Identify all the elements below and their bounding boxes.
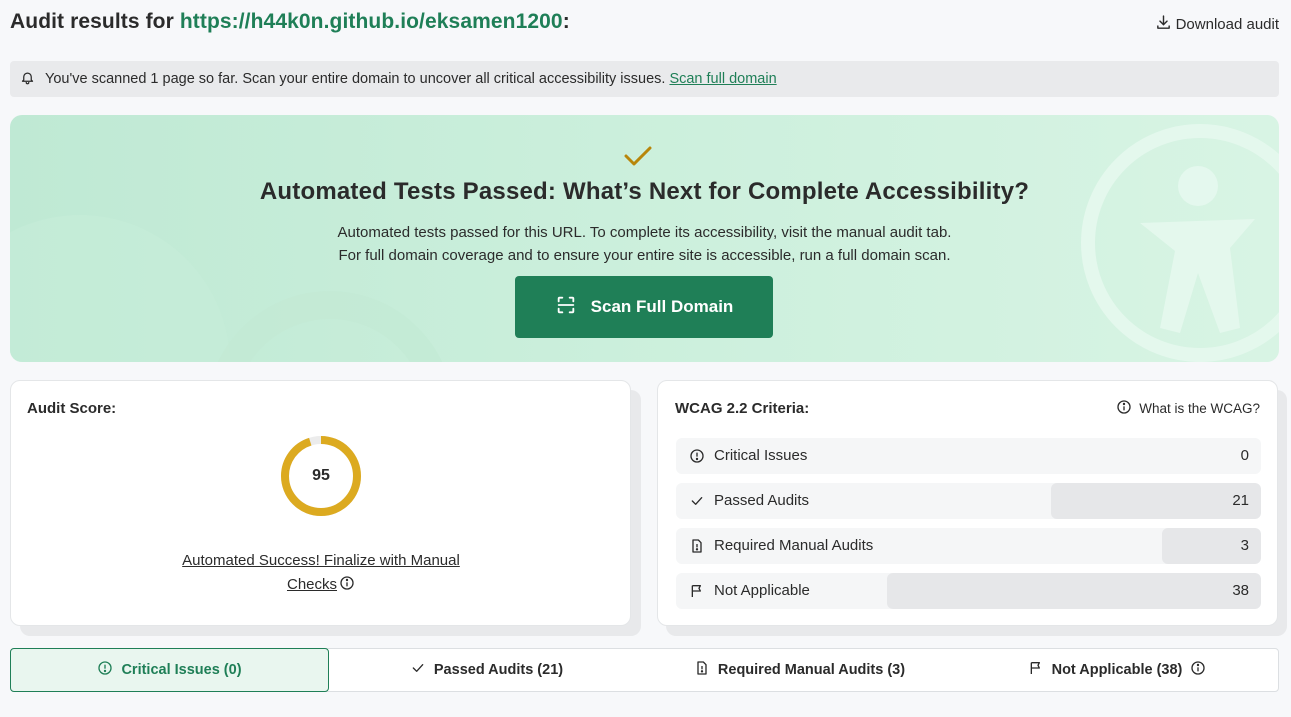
audit-score-card: Audit Score: 95 Automated Success! Final… [10,380,631,626]
info-icon[interactable] [339,575,355,591]
manual-checks-link-line-1: Automated Success! Finalize with Manual [182,552,460,569]
scan-full-domain-label: Scan Full Domain [590,297,734,316]
tab-label: Passed Audits (21) [433,662,564,678]
tab-label: Required Manual Audits (3) [717,662,906,678]
info-icon[interactable] [1190,660,1206,680]
flag-icon [689,583,705,599]
tab-label: Not Applicable (38) [1051,662,1183,678]
criteria-row-label: Not Applicable [714,582,810,599]
hero-description: Automated tests passed for this URL. To … [10,221,1279,267]
score-value: 95 [312,467,330,484]
wcag-criteria-card: WCAG 2.2 Criteria: What is the WCAG? Cri… [657,380,1278,626]
manual-doc-icon [689,538,705,554]
download-icon [1155,14,1172,35]
audited-url[interactable]: https://h44k0n.github.io/eksamen1200 [180,10,563,33]
alert-circle-icon [689,448,705,464]
notice-message: You've scanned 1 page so far. Scan your … [45,71,666,87]
scan-frame-icon [555,294,577,321]
page-title-prefix: Audit results for [10,10,174,33]
criteria-row-count: 0 [1240,447,1249,464]
audit-score-title: Audit Score: [27,400,117,417]
info-icon [1116,399,1132,418]
page-title: Audit results for https://h44k0n.github.… [10,8,1279,36]
criteria-row-passed-audits[interactable]: Passed Audits 21 [676,483,1261,519]
criteria-row-count: 38 [1232,582,1249,599]
hero-description-line-1: Automated tests passed for this URL. To … [337,224,952,241]
criteria-row-critical-issues[interactable]: Critical Issues 0 [676,438,1261,474]
what-is-wcag-label: What is the WCAG? [1139,401,1260,416]
hero-title: Automated Tests Passed: What’s Next for … [259,178,1030,205]
download-audit-label: Download audit [1175,16,1279,33]
criteria-row-required-manual-audits[interactable]: Required Manual Audits 3 [676,528,1261,564]
scan-full-domain-link[interactable]: Scan full domain [669,71,776,87]
tab-not-applicable[interactable]: Not Applicable (38) [956,649,1278,691]
check-icon [624,146,652,166]
criteria-row-bar [887,573,1261,609]
check-icon [410,660,426,680]
criteria-row-label: Required Manual Audits [714,537,874,554]
page-title-suffix: : [562,10,570,33]
tab-required-manual-audits[interactable]: Required Manual Audits (3) [643,649,956,691]
bell-icon [20,70,35,89]
hero-banner: Automated Tests Passed: What’s Next for … [10,115,1279,362]
manual-checks-link-line-2: Checks [286,576,338,593]
tab-label: Critical Issues (0) [121,662,242,678]
manual-doc-icon [694,660,710,680]
alert-circle-icon [97,660,113,680]
download-audit-button[interactable]: Download audit [1155,14,1279,35]
criteria-row-label: Critical Issues [714,447,808,464]
hero-description-line-2: For full domain coverage and to ensure y… [338,247,951,264]
check-icon [689,493,705,509]
notice-text: You've scanned 1 page so far. Scan your … [45,71,777,87]
what-is-wcag-link[interactable]: What is the WCAG? [1116,399,1260,418]
flag-icon [1028,660,1044,680]
tab-critical-issues[interactable]: Critical Issues (0) [10,648,329,692]
criteria-row-bar [1051,483,1261,519]
criteria-row-label: Passed Audits [714,492,810,509]
criteria-row-count: 3 [1240,537,1249,554]
tab-passed-audits[interactable]: Passed Audits (21) [330,649,643,691]
manual-checks-link[interactable]: Automated Success! Finalize with Manual … [151,549,491,597]
audit-tabs: Critical Issues (0) Passed Audits (21) R… [10,648,1279,692]
wcag-criteria-title: WCAG 2.2 Criteria: [675,400,810,417]
scan-notice-bar: You've scanned 1 page so far. Scan your … [10,61,1279,97]
header: Audit results for https://h44k0n.github.… [10,8,1279,38]
criteria-row-not-applicable[interactable]: Not Applicable 38 [676,573,1261,609]
criteria-row-count: 21 [1232,492,1249,509]
scan-full-domain-button[interactable]: Scan Full Domain [515,276,773,338]
